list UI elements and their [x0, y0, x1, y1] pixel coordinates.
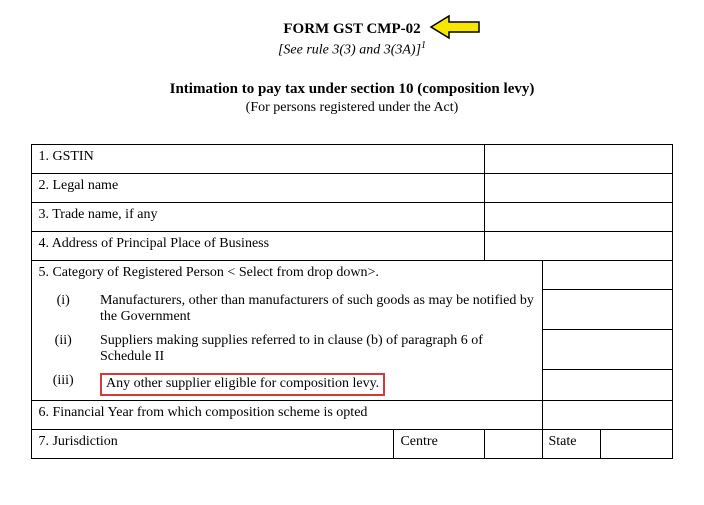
category-option-other-supplier: Any other supplier eligible for composit… [94, 369, 542, 400]
row-trade-name: 3. Trade name, if any [32, 202, 672, 231]
row-category-i: (i) Manufacturers, other than manufactur… [32, 289, 672, 329]
field-category-ii[interactable] [542, 329, 672, 369]
category-option-manufacturers: Manufacturers, other than manufacturers … [94, 289, 542, 329]
field-category-i[interactable] [542, 289, 672, 329]
intimation-title: Intimation to pay tax under section 10 (… [30, 81, 674, 98]
label-gstin: 1. GSTIN [32, 144, 484, 173]
field-state[interactable] [600, 429, 672, 458]
field-category[interactable] [542, 260, 672, 289]
form-table: 1. GSTIN 2. Legal name 3. Trade name, if… [31, 144, 672, 459]
label-trade-name: 3. Trade name, if any [32, 202, 484, 231]
rule-reference: [See rule 3(3) and 3(3A)]1 [30, 40, 674, 59]
row-financial-year: 6. Financial Year from which composition… [32, 400, 672, 429]
form-title: FORM GST CMP-02 [283, 21, 420, 37]
form-page: FORM GST CMP-02 [See rule 3(3) and 3(3A)… [0, 0, 704, 459]
label-address: 4. Address of Principal Place of Busines… [32, 231, 484, 260]
field-financial-year[interactable] [542, 400, 672, 429]
label-category: 5. Category of Registered Person < Selec… [32, 260, 542, 289]
row-address: 4. Address of Principal Place of Busines… [32, 231, 672, 260]
label-centre: Centre [394, 429, 484, 458]
intimation-subtitle: (For persons registered under the Act) [30, 100, 674, 116]
row-legal-name: 2. Legal name [32, 173, 672, 202]
row-gstin: 1. GSTIN [32, 144, 672, 173]
field-address[interactable] [484, 231, 672, 260]
label-financial-year: 6. Financial Year from which composition… [32, 400, 542, 429]
field-gstin[interactable] [484, 144, 672, 173]
label-legal-name: 2. Legal name [32, 173, 484, 202]
arrow-left-icon [429, 14, 483, 45]
field-legal-name[interactable] [484, 173, 672, 202]
label-state: State [542, 429, 600, 458]
highlighted-text: Any other supplier eligible for composit… [100, 373, 385, 396]
roman-iii: (iii) [32, 369, 94, 400]
row-category-ii: (ii) Suppliers making supplies referred … [32, 329, 672, 369]
row-jurisdiction: 7. Jurisdiction Centre State [32, 429, 672, 458]
row-category-header: 5. Category of Registered Person < Selec… [32, 260, 672, 289]
field-trade-name[interactable] [484, 202, 672, 231]
field-category-iii[interactable] [542, 369, 672, 400]
roman-i: (i) [32, 289, 94, 329]
roman-ii: (ii) [32, 329, 94, 369]
label-jurisdiction: 7. Jurisdiction [32, 429, 394, 458]
header: FORM GST CMP-02 [See rule 3(3) and 3(3A)… [30, 20, 674, 116]
row-category-iii: (iii) Any other supplier eligible for co… [32, 369, 672, 400]
category-option-suppliers-schedule-ii: Suppliers making supplies referred to in… [94, 329, 542, 369]
field-centre[interactable] [484, 429, 542, 458]
